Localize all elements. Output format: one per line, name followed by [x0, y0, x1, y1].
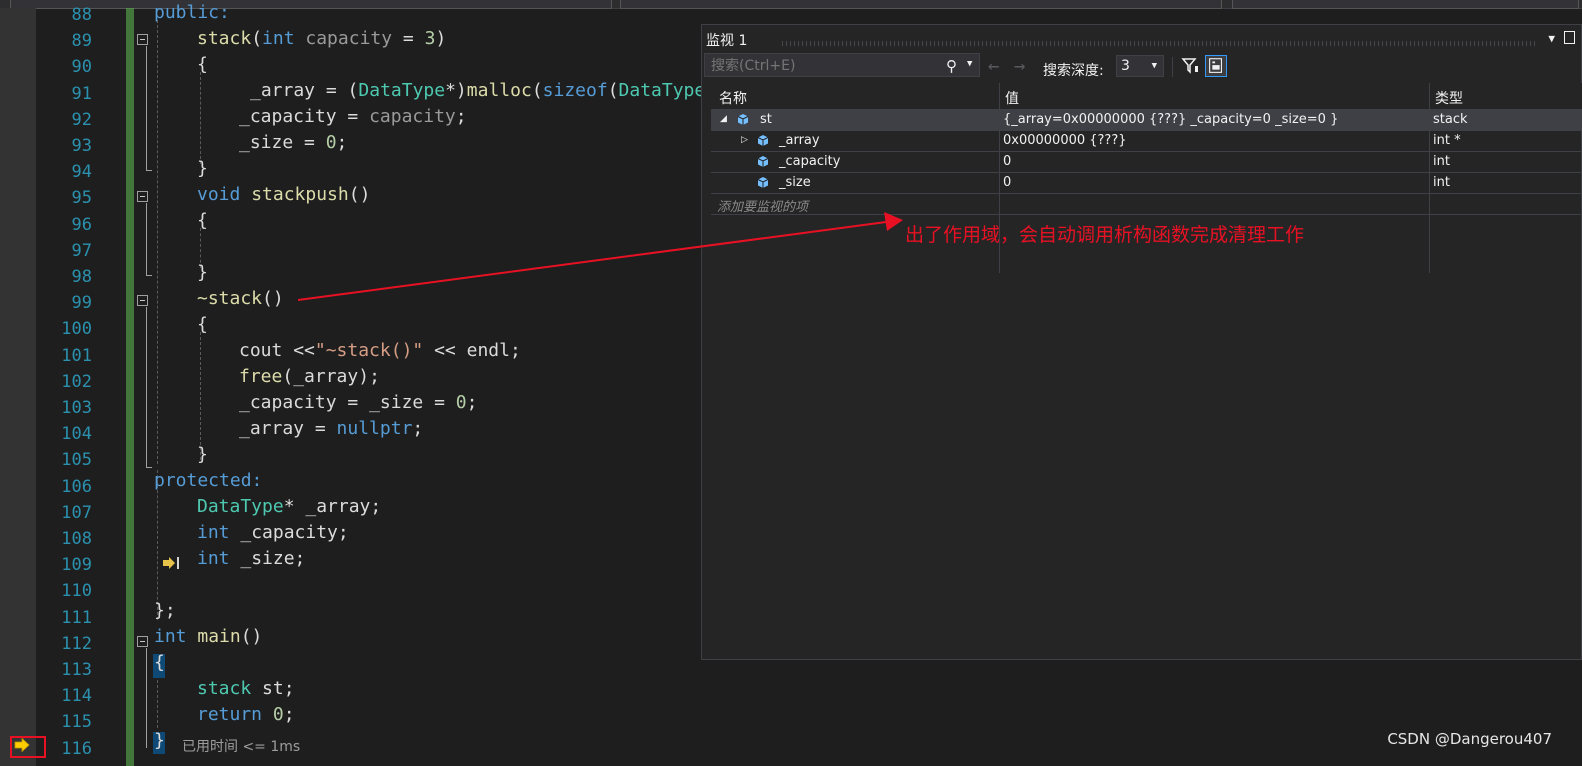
annotation-arrow [297, 212, 903, 301]
annotation-text: 出了作用域，会自动调用析构函数完成清理工作 [905, 224, 1305, 246]
watermark: CSDN @Dangerou407 [1387, 730, 1552, 748]
